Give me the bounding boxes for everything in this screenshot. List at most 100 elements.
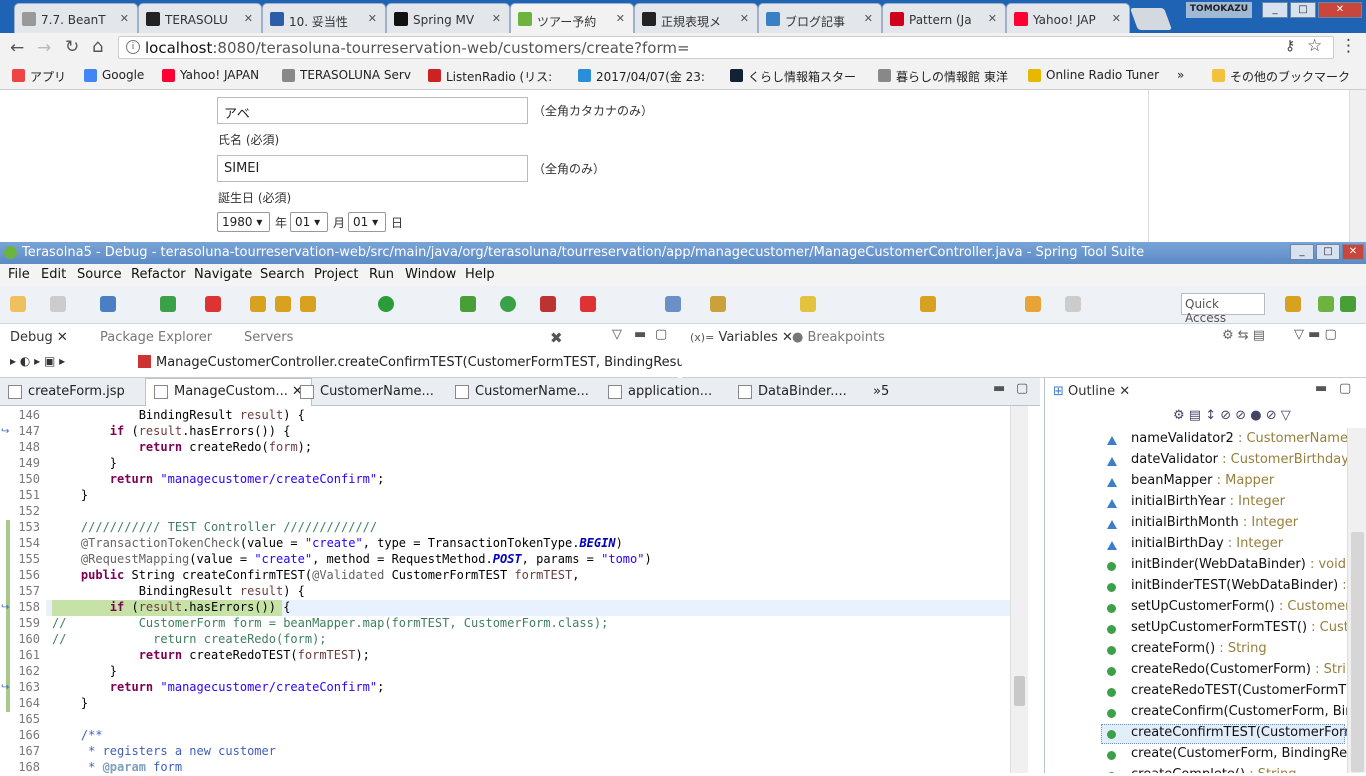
bookmark-item[interactable]: その他のブックマーク — [1212, 68, 1350, 85]
birth-day-select[interactable]: 01 ▾ — [348, 212, 386, 232]
browser-tab[interactable]: 7.7. BeanT ✕ — [14, 3, 138, 33]
bookmark-item[interactable]: TERASOLUNA Serv — [282, 68, 411, 82]
outline-item[interactable]: createConfirm(CustomerForm, Bindi — [1131, 704, 1365, 719]
editor-minimize-icon[interactable]: ▬ — [993, 381, 1005, 396]
editor-tab[interactable]: ManageCustom... ✕ — [145, 378, 312, 407]
outline-item[interactable]: initBinderTEST(WebDataBinder) : vo — [1131, 578, 1366, 593]
new-icon[interactable] — [10, 296, 26, 312]
debug-run-icon[interactable] — [460, 296, 476, 312]
browser-tab[interactable]: TERASOLU ✕ — [138, 3, 262, 33]
outline-item[interactable]: createRedoTEST(CustomerFormTES — [1131, 683, 1363, 698]
view-menu-icon[interactable]: ▽ — [612, 327, 622, 342]
expand-icon[interactable]: ▸ ◐ ▸ ▣ ▸ — [10, 354, 65, 368]
outline-item[interactable]: initialBirthYear : Integer — [1131, 494, 1285, 509]
bookmark-item[interactable]: くらし情報箱スター — [730, 68, 856, 85]
bookmark-item[interactable]: 2017/04/07(金 23: — [578, 68, 705, 85]
highlight-icon[interactable] — [800, 296, 816, 312]
run-icon[interactable] — [500, 296, 516, 312]
close-tab-icon[interactable]: ✕ — [616, 12, 625, 25]
reload-icon[interactable]: ↻ — [65, 37, 79, 57]
maximize-button[interactable]: □ — [1290, 2, 1316, 18]
outline-toolbar-icons[interactable]: ⚙ ▤ ↕ ⊘ ⊘ ● ⊘ ▽ — [1173, 408, 1291, 423]
tab-outline[interactable]: ⊞ Outline ✕ — [1053, 384, 1130, 399]
outline-item[interactable]: beanMapper : Mapper — [1131, 473, 1274, 488]
editor-scrollbar[interactable] — [1010, 406, 1028, 773]
external-tools-icon[interactable] — [540, 296, 556, 312]
back-nav-icon[interactable] — [1025, 296, 1041, 312]
close-tab-icon[interactable]: ✕ — [492, 12, 501, 25]
kana-name-input[interactable]: アベ — [217, 97, 528, 124]
page-scrollbar[interactable] — [1349, 90, 1366, 242]
editor-tab[interactable]: »5 — [873, 384, 889, 399]
tab-variables[interactable]: (x)= Variables ✕ — [690, 330, 793, 345]
browser-tab[interactable]: Spring MV ✕ — [386, 3, 510, 33]
outline-item[interactable]: setUpCustomerFormTEST() : Custor — [1131, 620, 1362, 635]
editor-maximize-icon[interactable]: ▢ — [1016, 381, 1028, 396]
maximize-view-icon[interactable]: ▢ — [655, 327, 667, 342]
name-input[interactable]: SIMEI — [217, 155, 528, 182]
outline-item[interactable]: nameValidator2 : CustomerNameVal — [1131, 431, 1366, 446]
address-bar[interactable]: i localhost:8080/terasoluna-tourreservat… — [118, 36, 1334, 59]
tab-breakpoints[interactable]: ● Breakpoints — [792, 330, 885, 345]
step-return-icon[interactable] — [300, 296, 316, 312]
close-tab-icon[interactable]: ✕ — [988, 12, 997, 25]
bookmark-star-icon[interactable]: ☆ — [1307, 36, 1322, 56]
step-over-icon[interactable] — [275, 296, 291, 312]
outline-item[interactable]: createForm() : String — [1131, 641, 1267, 656]
outline-item[interactable]: initialBirthMonth : Integer — [1131, 515, 1298, 530]
outline-scroll-thumb[interactable] — [1351, 532, 1364, 772]
bookmark-item[interactable]: Online Radio Tuner — [1028, 68, 1159, 82]
console-icon[interactable] — [100, 296, 116, 312]
back-icon[interactable]: ← — [10, 38, 24, 58]
bookmark-item[interactable]: Yahoo! JAPAN — [162, 68, 259, 82]
variables-toolbar-icons[interactable]: ⚙ ⇆ ▤ — [1222, 328, 1265, 343]
close-tab-icon[interactable]: ✕ — [740, 12, 749, 25]
quick-access-input[interactable]: Quick Access — [1181, 293, 1265, 325]
code-editor[interactable]: 146 147 148 149 150 151 152 153 154 155 156 157 158 1… — [0, 406, 1040, 774]
menu-project[interactable]: Project — [314, 267, 358, 282]
menu-search[interactable]: Search — [260, 267, 305, 282]
outline-item[interactable]: initBinder(WebDataBinder) : void — [1131, 557, 1346, 572]
stop-icon[interactable] — [580, 296, 596, 312]
eclipse-maximize-button[interactable]: □ — [1316, 244, 1340, 260]
browser-tab[interactable]: Yahoo! JAP ✕ — [1006, 3, 1130, 33]
close-tab-icon[interactable]: ✕ — [120, 12, 129, 25]
bookmark-item[interactable]: ListenRadio (リス: — [428, 68, 552, 85]
next-annotation-icon[interactable] — [920, 296, 936, 312]
outline-item[interactable]: createComplete() : String — [1131, 767, 1297, 773]
close-tab-icon[interactable]: ✕ — [864, 12, 873, 25]
profile-badge[interactable]: TOMOKAZU — [1186, 2, 1252, 18]
menu-file[interactable]: File — [8, 267, 30, 282]
menu-refactor[interactable]: Refactor — [131, 267, 186, 282]
menu-edit[interactable]: Edit — [41, 267, 66, 282]
close-window-button[interactable]: ✕ — [1318, 2, 1362, 18]
tab-debug[interactable]: Debug ✕ — [10, 330, 68, 345]
birth-year-select[interactable]: 1980 ▾ — [217, 212, 270, 232]
outline-item[interactable]: createRedo(CustomerForm) : String — [1131, 662, 1362, 677]
editor-tab[interactable]: DataBinder.... — [738, 384, 847, 399]
eclipse-minimize-button[interactable]: _ — [1290, 244, 1314, 260]
editor-tab[interactable]: createForm.jsp — [8, 384, 125, 399]
bookmark-item[interactable]: Google — [84, 68, 144, 82]
browser-tab[interactable]: 正規表現メ ✕ — [634, 3, 758, 33]
close-tab-icon[interactable]: ✕ — [1112, 12, 1121, 25]
outline-item[interactable]: setUpCustomerForm() : CustomerFo — [1131, 599, 1365, 614]
birth-month-select[interactable]: 01 ▾ — [290, 212, 328, 232]
outline-item[interactable]: create(CustomerForm, BindingResul — [1131, 746, 1366, 761]
search-icon[interactable] — [710, 296, 726, 312]
resume-icon[interactable] — [160, 296, 176, 312]
menu-navigate[interactable]: Navigate — [194, 267, 252, 282]
menu-source[interactable]: Source — [77, 267, 122, 282]
debug-stack-frame[interactable]: ManageCustomerController.createConfirmTE… — [156, 355, 730, 370]
browser-tab[interactable]: ブログ記事 ✕ — [758, 3, 882, 33]
open-type-icon[interactable] — [665, 296, 681, 312]
outline-minimize-icon[interactable]: ▬ — [1315, 381, 1327, 396]
forward-nav-icon[interactable] — [1065, 296, 1081, 312]
menu-window[interactable]: Window — [405, 267, 456, 282]
editor-scroll-thumb[interactable] — [1014, 676, 1025, 706]
outline-maximize-icon[interactable]: ▢ — [1339, 381, 1351, 396]
outline-item[interactable]: dateValidator : CustomerBirthdayVal — [1131, 452, 1366, 467]
variables-view-menu-icon[interactable]: ▽ ▬ ▢ — [1294, 327, 1337, 342]
close-tab-icon[interactable]: ✕ — [244, 12, 253, 25]
info-icon[interactable]: i — [126, 40, 140, 54]
